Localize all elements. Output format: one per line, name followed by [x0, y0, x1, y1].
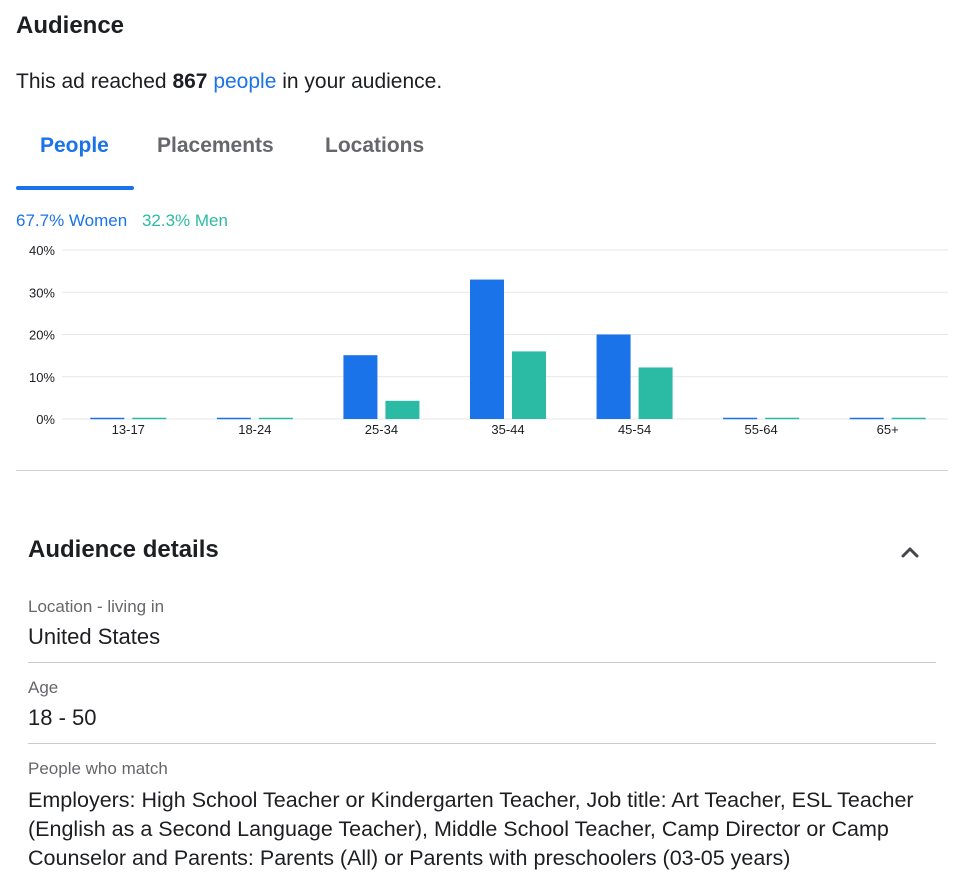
x-tick-label: 13-17 — [112, 422, 145, 437]
bar-women — [849, 417, 884, 420]
tab-placements[interactable]: Placements — [157, 134, 274, 158]
active-tab-indicator — [16, 186, 134, 190]
bar-women — [90, 417, 125, 420]
y-tick-label: 40% — [29, 243, 55, 258]
reach-summary: This ad reached 867 people in your audie… — [16, 70, 442, 94]
chevron-up-icon[interactable] — [896, 538, 924, 566]
tab-locations[interactable]: Locations — [325, 134, 424, 158]
field-divider — [28, 662, 936, 663]
x-tick-label: 65+ — [877, 422, 899, 437]
y-tick-label: 30% — [29, 285, 55, 300]
x-tick-label: 35-44 — [491, 422, 524, 437]
gender-legend: 67.7% Women 32.3% Men — [16, 211, 228, 231]
page-title: Audience — [16, 12, 125, 39]
age-label: Age — [28, 678, 59, 697]
bar-men — [891, 417, 926, 420]
bar-women — [343, 355, 378, 419]
match-value: Employers: High School Teacher or Kinder… — [28, 788, 914, 870]
bar-women — [723, 417, 758, 420]
x-tick-label: 18-24 — [238, 422, 271, 437]
reach-suffix: in your audience. — [282, 70, 443, 93]
bar-men — [132, 417, 167, 420]
location-value: United States — [28, 624, 161, 649]
age-gender-chart: 0% 10% 20% 30% 40% 13-17 18-24 25-34 35-44 45-54 5… — [29, 243, 948, 437]
women-legend: 67.7% Women — [16, 211, 128, 230]
field-divider — [28, 743, 936, 744]
y-tick-label: 0% — [36, 412, 55, 427]
bar-women — [470, 279, 504, 419]
bar-men — [258, 417, 293, 420]
bar-women — [596, 334, 631, 419]
age-value: 18 - 50 — [28, 705, 97, 730]
y-tick-label: 10% — [29, 370, 55, 385]
bar-men — [512, 351, 546, 419]
bar-men — [638, 367, 673, 419]
match-label: People who match — [28, 759, 168, 778]
y-tick-label: 20% — [29, 328, 55, 343]
x-tick-label: 25-34 — [365, 422, 398, 437]
location-label: Location - living in — [28, 597, 165, 616]
bar-men — [765, 417, 800, 420]
bar-men — [385, 400, 420, 419]
x-tick-label: 45-54 — [618, 422, 651, 437]
audience-details-title: Audience details — [28, 536, 219, 563]
reach-prefix: This ad reached — [16, 70, 167, 93]
tab-people[interactable]: People — [40, 134, 109, 158]
men-legend: 32.3% Men — [141, 211, 228, 230]
people-link[interactable]: people — [213, 70, 276, 93]
section-divider — [16, 470, 948, 471]
bar-women — [216, 417, 251, 420]
x-tick-label: 55-64 — [745, 422, 778, 437]
reach-count: 867 — [172, 70, 208, 93]
